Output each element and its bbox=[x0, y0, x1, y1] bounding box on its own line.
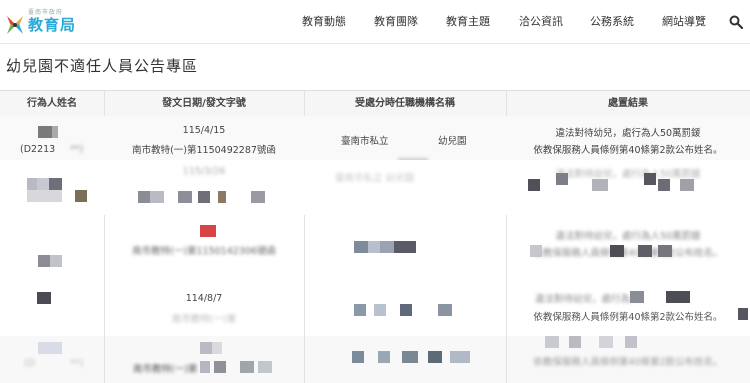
organization-name: 臺南市私立 幼兒園 bbox=[335, 173, 415, 184]
result-line-1: 違法對待幼兒，處行為人 bbox=[535, 294, 640, 305]
issue-date: 114/8/7 bbox=[185, 293, 223, 304]
nav-item-service-info[interactable]: 洽公資訊 bbox=[519, 0, 563, 44]
nav-item-education-topics[interactable]: 教育主題 bbox=[446, 0, 490, 44]
announcement-table: 行為人姓名 發文日期/發文字號 受處分時任職機構名稱 處置結果 (D2213 *… bbox=[0, 90, 750, 383]
table-header-row: 行為人姓名 發文日期/發文字號 受處分時任職機構名稱 處置結果 bbox=[0, 91, 750, 117]
issue-date: 115/4/15 bbox=[182, 125, 226, 136]
column-header-organization: 受處分時任職機構名稱 bbox=[355, 98, 455, 109]
nav-item-official-systems[interactable]: 公務系統 bbox=[590, 0, 634, 44]
tainan-logo-icon bbox=[7, 16, 23, 34]
document-number: 南市教特(一)第 bbox=[171, 314, 237, 325]
person-id: (D2213 bbox=[20, 144, 56, 155]
person-id-tail: **) bbox=[70, 358, 84, 369]
search-icon[interactable] bbox=[729, 15, 743, 29]
table-row: (D2213 **) 115/4/15 南市教特(一)第1150492287號函… bbox=[0, 116, 750, 170]
logo-name-text: 教育局 bbox=[28, 16, 77, 34]
column-header-date-doc: 發文日期/發文字號 bbox=[162, 98, 246, 109]
table-row: (D **) 南市教特(一)第 依教保服務人員條例第40條第2款公布姓名。 bbox=[0, 336, 750, 383]
result-line-1: 違法對待幼兒，處行為人50萬罰鍰 bbox=[555, 128, 701, 139]
site-logo[interactable]: 臺南市政府 教育局 bbox=[4, 6, 84, 38]
table-row: 114/8/7 南市教特(一)第 違法對待幼兒，處行為人 依教保服務人員條例第4… bbox=[0, 278, 750, 337]
document-number: 南市教特(一)第1150142306號函 bbox=[132, 246, 276, 257]
redacted-date bbox=[200, 225, 216, 237]
result-line-2: 依教保服務人員條例第40條第2款公布姓名。 bbox=[533, 145, 723, 156]
column-header-name: 行為人姓名 bbox=[27, 98, 77, 109]
table-row: 南市教特(一)第1150142306號函 違法對待幼兒，處行為人50萬罰鍰 依教… bbox=[0, 215, 750, 279]
result-line-1: 依教保服務人員條例第40條第2款公布姓名。 bbox=[533, 357, 723, 368]
issue-date: 115/3/26 bbox=[182, 166, 226, 177]
column-header-result: 處置結果 bbox=[608, 98, 648, 109]
table-row: 115/3/26 臺南市私立 幼兒園 違法對待幼兒，處行為人50萬罰鍰 bbox=[0, 160, 750, 216]
site-header: 臺南市政府 教育局 教育動態 教育團隊 教育主題 洽公資訊 公務系統 網站導覽 bbox=[0, 0, 750, 44]
person-id-tail: **) bbox=[70, 144, 84, 155]
document-number: 南市教特(一)第1150492287號函 bbox=[132, 145, 276, 156]
page-title: 幼兒園不適任人員公告專區 bbox=[6, 57, 199, 75]
document-number: 南市教特(一)第 bbox=[133, 364, 198, 375]
organization-suffix: 幼兒園 bbox=[438, 136, 467, 147]
organization-name: 臺南市私立 bbox=[341, 136, 389, 147]
result-line-1: 違法對待幼兒，處行為人50萬罰鍰 bbox=[555, 169, 701, 180]
nav-item-education-team[interactable]: 教育團隊 bbox=[374, 0, 418, 44]
nav-item-education-news[interactable]: 教育動態 bbox=[302, 0, 346, 44]
result-line-2: 依教保服務人員條例第40條第2款公布姓名。 bbox=[533, 248, 723, 259]
nav-item-site-guide[interactable]: 網站導覽 bbox=[662, 0, 706, 44]
result-line-1: 違法對待幼兒，處行為人50萬罰鍰 bbox=[555, 231, 701, 242]
result-line-2: 依教保服務人員條例第40條第2款公布姓名。 bbox=[533, 312, 723, 323]
person-id: (D bbox=[24, 358, 36, 369]
